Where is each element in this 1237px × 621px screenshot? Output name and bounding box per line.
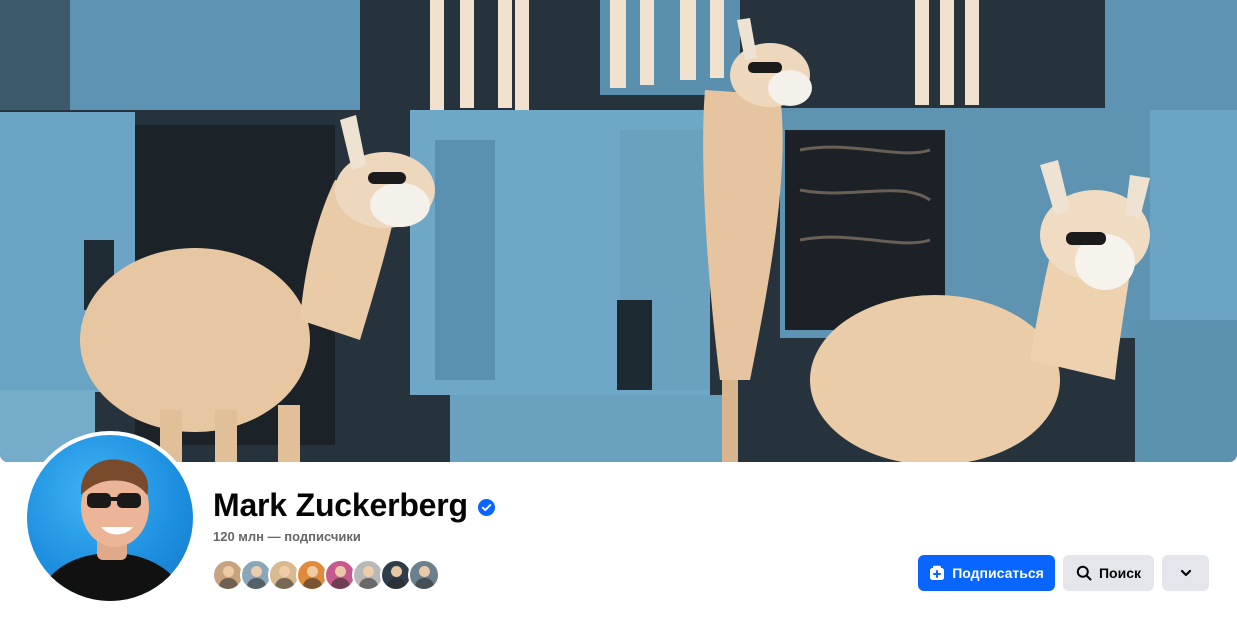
verified-badge-icon[interactable] <box>477 499 495 516</box>
profile-name-row: Mark Zuckerberg <box>213 487 495 524</box>
avatar-image <box>27 435 193 601</box>
followers-count-link[interactable]: 120 млн — подписчики <box>213 529 361 544</box>
follower-avatars <box>212 559 440 591</box>
chevron-down-icon <box>1179 566 1193 580</box>
search-icon <box>1076 565 1092 581</box>
cover-photo-illustration <box>0 0 1237 462</box>
follow-plus-icon <box>929 565 945 581</box>
search-label: Поиск <box>1098 565 1141 581</box>
more-options-button[interactable] <box>1162 555 1209 591</box>
profile-name: Mark Zuckerberg <box>213 487 468 523</box>
search-button[interactable]: Поиск <box>1063 555 1154 591</box>
cover-photo[interactable] <box>0 0 1237 462</box>
avatar-portrait <box>37 459 187 601</box>
subscribe-label: Подписаться <box>952 565 1044 581</box>
follower-avatar[interactable] <box>408 559 440 591</box>
profile-avatar[interactable] <box>23 431 197 605</box>
profile-actions: Подписаться Поиск <box>918 555 1209 591</box>
subscribe-button[interactable]: Подписаться <box>918 555 1055 591</box>
